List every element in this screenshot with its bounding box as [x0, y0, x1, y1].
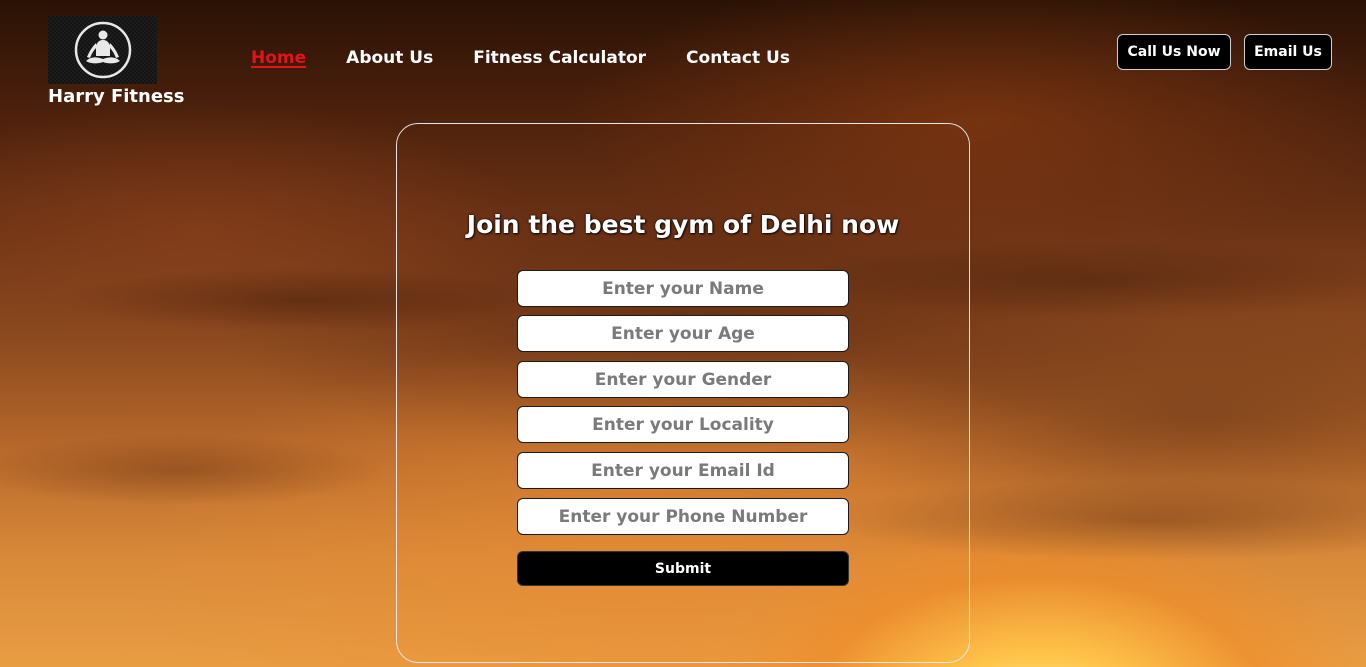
logo[interactable] — [48, 16, 157, 84]
locality-field[interactable] — [517, 406, 849, 443]
name-field[interactable] — [517, 270, 849, 307]
email-us-button[interactable]: Email Us — [1244, 34, 1332, 70]
call-us-button[interactable]: Call Us Now — [1117, 34, 1231, 70]
nav-about-us[interactable]: About Us — [346, 48, 433, 68]
email-field[interactable] — [517, 452, 849, 489]
main-nav: Home About Us Fitness Calculator Contact… — [251, 48, 790, 68]
signup-form-card: Join the best gym of Delhi now Submit — [396, 123, 970, 663]
meditation-icon — [74, 21, 132, 79]
nav-fitness-calculator[interactable]: Fitness Calculator — [473, 48, 646, 68]
submit-button[interactable]: Submit — [517, 551, 849, 586]
nav-contact-us[interactable]: Contact Us — [686, 48, 790, 68]
gender-field[interactable] — [517, 361, 849, 398]
nav-home[interactable]: Home — [251, 48, 306, 68]
brand-name: Harry Fitness — [48, 86, 185, 107]
phone-field[interactable] — [517, 498, 849, 535]
age-field[interactable] — [517, 315, 849, 352]
form-title: Join the best gym of Delhi now — [466, 210, 900, 239]
